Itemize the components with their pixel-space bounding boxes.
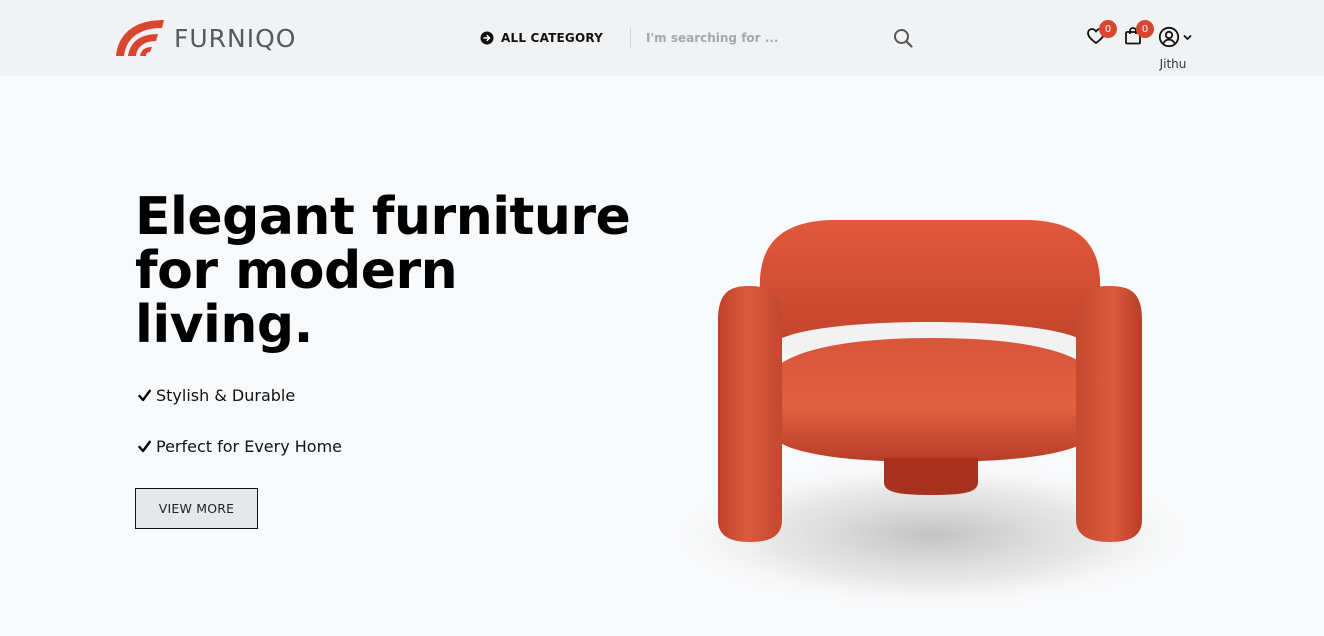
hero-title: Elegant furniture for modern living. <box>135 190 655 352</box>
chevron-down-icon <box>1183 34 1192 40</box>
brand-name: FURNIQO <box>174 23 297 53</box>
hero-title-line: living. <box>135 295 313 355</box>
search-icon[interactable] <box>892 27 914 49</box>
wishlist-count-badge: 0 <box>1099 20 1117 38</box>
furniqo-logo-icon <box>116 20 164 56</box>
cart-count-badge: 0 <box>1136 20 1154 38</box>
feature-item: Stylish & Durable <box>138 384 295 406</box>
hero-title-line: for modern <box>135 241 458 301</box>
check-icon <box>138 389 151 401</box>
user-menu-button[interactable] <box>1158 26 1198 48</box>
search-divider <box>630 28 631 48</box>
user-circle-icon <box>1158 26 1180 48</box>
all-category-button[interactable]: ALL CATEGORY <box>480 28 603 48</box>
wishlist-button[interactable]: 0 <box>1086 20 1117 48</box>
hero-title-line: Elegant furniture <box>135 187 631 247</box>
feature-label: Stylish & Durable <box>156 385 296 405</box>
view-more-button[interactable]: VIEW MORE <box>135 488 258 529</box>
username-label: Jithu <box>1159 57 1187 71</box>
cart-button[interactable]: 0 <box>1123 20 1154 48</box>
all-category-label: ALL CATEGORY <box>501 31 604 45</box>
check-icon <box>138 440 151 452</box>
search-input[interactable] <box>640 26 880 50</box>
arrow-circle-right-icon <box>480 31 494 45</box>
feature-item: Perfect for Every Home <box>138 435 342 457</box>
site-header: FURNIQO ALL CATEGORY 0 0 <box>0 0 1324 76</box>
feature-label: Perfect for Every Home <box>156 436 343 456</box>
brand-logo[interactable]: FURNIQO <box>112 16 296 60</box>
armchair-image <box>667 220 1197 610</box>
